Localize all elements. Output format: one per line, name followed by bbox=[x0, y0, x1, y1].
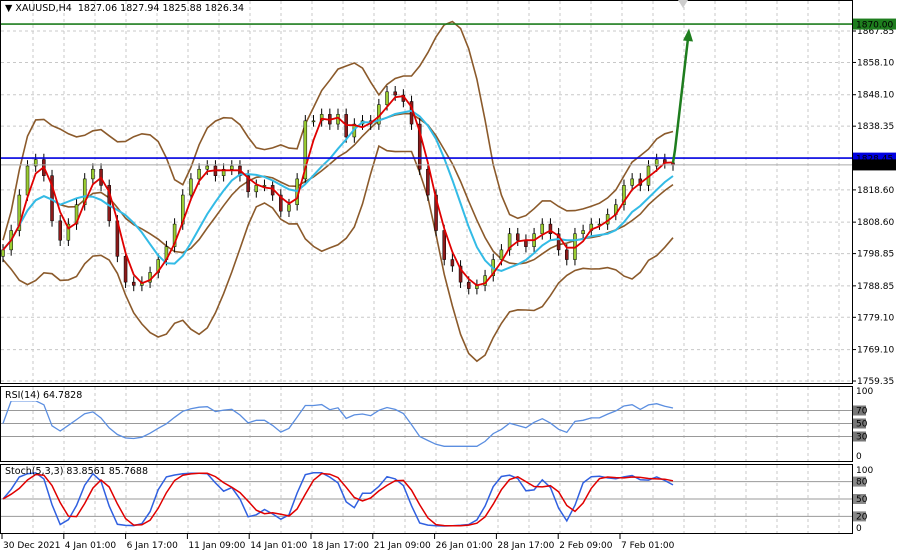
rsi-level-label: 0 bbox=[856, 452, 862, 462]
candle-bullish bbox=[540, 223, 545, 235]
time-tick-label: 7 Feb 01:00 bbox=[621, 541, 675, 551]
candle-bearish bbox=[442, 230, 446, 260]
rsi-level-label: 100 bbox=[856, 387, 873, 397]
candle-bearish bbox=[426, 168, 430, 196]
time-tick-label: 21 Jan 09:00 bbox=[374, 541, 431, 551]
time-tick-label: 2 Feb 09:00 bbox=[559, 541, 613, 551]
candle-bearish bbox=[565, 249, 569, 260]
candle-bearish bbox=[548, 223, 553, 235]
candle-bullish bbox=[581, 230, 585, 235]
price-tick-label: 1788.85 bbox=[857, 282, 894, 292]
time-tick-label: 18 Jan 17:00 bbox=[312, 541, 369, 551]
symbol-label: XAUUSD,H4 bbox=[15, 3, 72, 14]
candle-bearish bbox=[450, 259, 455, 267]
price-tick-label: 1779.10 bbox=[857, 313, 894, 323]
stoch-level-label: 0 bbox=[856, 524, 862, 534]
candle-bullish bbox=[230, 165, 234, 170]
rsi-level-label: 30 bbox=[856, 433, 868, 443]
candle-bearish bbox=[393, 91, 397, 96]
candle-bearish bbox=[58, 220, 62, 241]
candle-bullish bbox=[311, 120, 316, 123]
time-tick-label: 28 Jan 17:00 bbox=[497, 541, 554, 551]
price-tick-label: 1769.10 bbox=[857, 346, 894, 356]
chart-header: ▼ XAUUSD,H4 1827.06 1827.94 1825.88 1826… bbox=[5, 3, 244, 14]
rsi-label: RSI(14) 64.7828 bbox=[5, 390, 83, 401]
ohlc-readout: 1827.06 1827.94 1825.88 1826.34 bbox=[77, 3, 245, 14]
time-tick-label: 26 Jan 01:00 bbox=[436, 541, 493, 551]
price-tick-label: 1818.60 bbox=[857, 186, 894, 196]
candle-bullish bbox=[630, 178, 634, 186]
candle-bullish bbox=[1, 249, 5, 257]
rsi-level-label: 50 bbox=[856, 420, 868, 430]
candle-bullish bbox=[91, 168, 95, 180]
candle-bearish bbox=[466, 281, 471, 289]
rsi-level-label: 70 bbox=[856, 407, 868, 417]
price-tick-label: 1858.10 bbox=[857, 58, 894, 68]
price-tick-label: 1838.35 bbox=[857, 122, 894, 132]
stoch-level-label: 50 bbox=[856, 495, 868, 505]
time-tick-label: 11 Jan 09:00 bbox=[188, 541, 245, 551]
candle-bullish bbox=[287, 204, 291, 212]
price-tick-label: 1808.60 bbox=[857, 218, 894, 228]
candle-bullish bbox=[189, 178, 193, 196]
candle-bearish bbox=[131, 281, 136, 286]
price-axis: 1867.851858.101848.101838.351818.601808.… bbox=[852, 27, 894, 387]
candle-bullish bbox=[385, 91, 389, 105]
candle-bullish bbox=[25, 165, 30, 196]
time-tick-label: 4 Jan 01:00 bbox=[65, 541, 117, 551]
time-tick-label: 6 Jan 17:00 bbox=[127, 541, 179, 551]
stoch-level-label: 100 bbox=[856, 466, 873, 476]
price-tick-label: 1759.35 bbox=[857, 377, 894, 387]
time-tick-label: 30 Dec 2021 bbox=[3, 541, 61, 551]
triangle-down-icon[interactable]: ▼ bbox=[5, 3, 12, 14]
price-tick-label: 1848.10 bbox=[857, 91, 894, 101]
time-tick-label: 14 Jan 01:00 bbox=[250, 541, 307, 551]
candle-bearish bbox=[123, 256, 128, 283]
stoch-label: Stoch(5,3,3) 83.8561 85.7688 bbox=[5, 466, 149, 477]
target-level-label: 1870.00 bbox=[856, 21, 893, 31]
current-price-label: 1826.34 bbox=[856, 161, 893, 171]
candle-bullish bbox=[254, 185, 259, 193]
price-tick-label: 1798.85 bbox=[857, 250, 894, 260]
candle-bullish bbox=[205, 165, 210, 170]
stoch-level-label: 20 bbox=[856, 512, 868, 522]
candle-bullish bbox=[197, 168, 201, 180]
chart-window: 1867.85 1858.10 1848.10 1838.35 1818.60 1808.… bbox=[0, 0, 900, 555]
time-axis: 30 Dec 2021 4 Jan 01:00 6 Jan 17:00 11 Jan … bbox=[1, 534, 675, 551]
candle-bearish bbox=[516, 233, 520, 241]
stoch-level-label: 80 bbox=[856, 478, 868, 488]
